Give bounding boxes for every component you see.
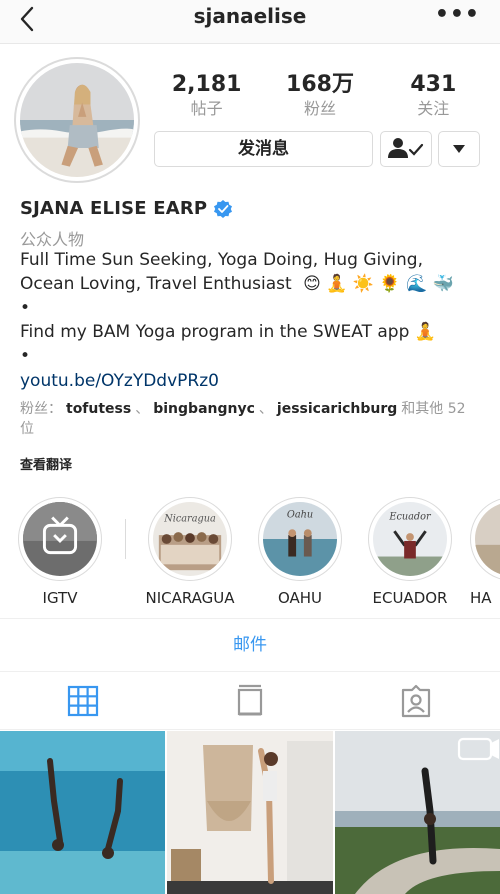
posts-count: 2,181 (171, 72, 242, 97)
follower-name: bingbangnyc (153, 401, 255, 417)
highlight-caption: Oahu (287, 510, 313, 521)
follower-name: tofutess (66, 401, 132, 417)
followers-count: 168万 (286, 72, 354, 97)
following-stat[interactable]: 431 关注 (378, 72, 488, 120)
highlight-divider (125, 519, 126, 559)
bio-bullet-2: • (20, 346, 31, 366)
top-nav-bar: sjanaelise ••• (0, 0, 500, 44)
followers-label: 粉丝 (303, 99, 336, 118)
highlight-nicaragua[interactable]: Nicaragua NICARAGUA (140, 497, 240, 607)
bio-line-1: Full Time Sun Seeking, Yoga Doing, Hug G… (20, 250, 424, 270)
followers-separator: 、 (135, 401, 150, 417)
follower-name: jessicarichburg (276, 401, 398, 417)
person-check-icon (388, 138, 424, 158)
avatar-photo (20, 63, 134, 177)
highlight-partial[interactable]: HA (470, 497, 500, 607)
highlight-label: HA (470, 589, 492, 607)
highlight-caption: Nicaragua (163, 513, 216, 524)
name-row: SJANA ELISE EARP (20, 198, 233, 219)
highlight-nicaragua-thumbnail: Nicaragua (153, 502, 227, 576)
bio-bullet-1: • (20, 298, 31, 318)
grid-icon[interactable] (66, 684, 100, 718)
following-button[interactable] (380, 131, 432, 167)
post-image-underwater (0, 731, 165, 894)
post-image-yoga-studio (167, 731, 333, 894)
followers-separator: 、 (258, 401, 273, 417)
verified-badge-icon (214, 199, 233, 218)
bio-line-3: Find my BAM Yoga program in the SWEAT ap… (20, 322, 436, 342)
tv-icon[interactable] (233, 684, 267, 718)
following-count: 431 (410, 72, 457, 97)
highlight-oahu[interactable]: Oahu OAHU (250, 497, 350, 607)
post-thumbnail[interactable] (167, 731, 333, 894)
highlight-label: NICARAGUA (145, 589, 235, 607)
highlight-ecuador-thumbnail: Ecuador (373, 502, 447, 576)
followers-prefix: 粉丝： (20, 401, 62, 417)
post-image-coastal-path (335, 731, 500, 894)
followers-stat[interactable]: 168万 粉丝 (265, 72, 375, 120)
bio-link[interactable]: youtu.be/OYzYDdvPRz0 (20, 371, 219, 391)
profile-avatar[interactable] (14, 57, 140, 183)
profile-tabs (0, 672, 500, 730)
profile-stats: 2,181 帖子 168万 粉丝 431 关注 (150, 72, 490, 120)
posts-label: 帖子 (190, 99, 223, 118)
highlight-label: OAHU (277, 589, 323, 607)
profile-username-title: sjanaelise (193, 4, 307, 28)
highlight-label: IGTV (42, 589, 78, 607)
story-highlights: IGTV Nicaragua NICARAGUA Oahu OAHU Ecuad… (0, 497, 500, 607)
more-options-icon[interactable]: ••• (435, 2, 480, 27)
highlight-partial-thumbnail (475, 502, 500, 576)
highlight-igtv[interactable]: IGTV (10, 497, 110, 607)
see-translation-link[interactable]: 查看翻译 (20, 454, 72, 473)
post-grid (0, 731, 500, 894)
tagged-icon[interactable] (399, 684, 433, 718)
message-button[interactable]: 发消息 (154, 131, 373, 167)
highlight-label: ECUADOR (372, 589, 448, 607)
mutual-followers[interactable]: 粉丝： tofutess、 bingbangnyc、 jessicarichburg 和… (20, 399, 480, 439)
suggested-dropdown-button[interactable] (438, 131, 480, 167)
post-thumbnail[interactable] (0, 731, 165, 894)
igtv-icon (23, 502, 97, 576)
bio-line-2: Ocean Loving, Travel Enthusiast 😊 🧘 ☀️ 🌻… (20, 274, 454, 294)
profile-name: SJANA ELISE EARP (20, 198, 208, 219)
following-label: 关注 (417, 99, 450, 118)
triangle-down-icon (453, 145, 465, 153)
highlight-ecuador[interactable]: Ecuador ECUADOR (360, 497, 460, 607)
posts-stat[interactable]: 2,181 帖子 (152, 72, 262, 120)
post-thumbnail[interactable] (335, 731, 500, 894)
bio-emojis: 😊 🧘 ☀️ 🌻 🌊 🐳 (303, 274, 454, 294)
email-button[interactable]: 邮件 (0, 618, 500, 672)
bio-line-2-text: Ocean Loving, Travel Enthusiast (20, 274, 292, 294)
highlight-caption: Ecuador (388, 512, 432, 523)
highlight-oahu-thumbnail: Oahu (263, 502, 337, 576)
profile-category: 公众人物 (20, 230, 85, 249)
